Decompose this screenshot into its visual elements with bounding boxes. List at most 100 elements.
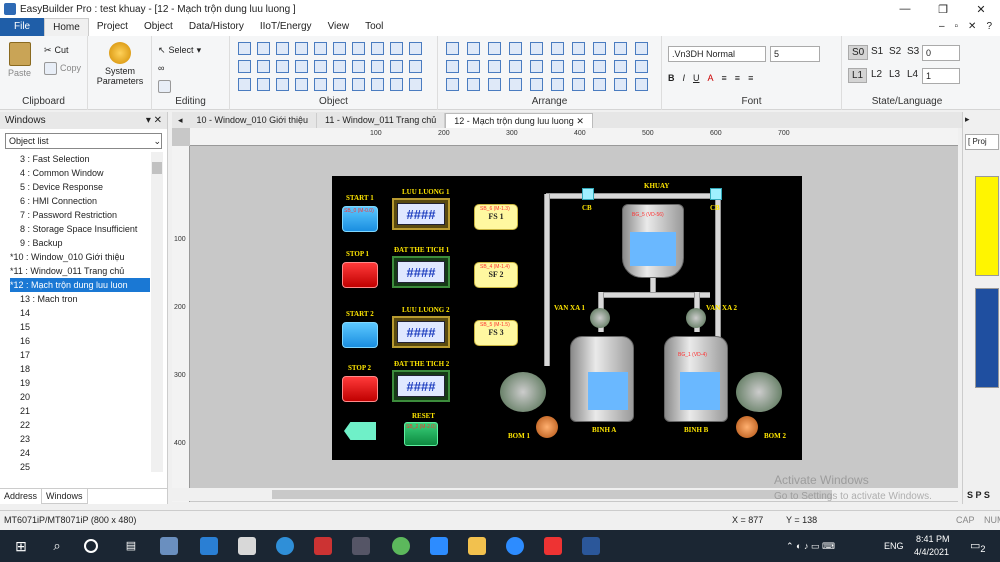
align-left-icon[interactable]: ≡: [722, 73, 727, 83]
cut-button[interactable]: ✂ Cut: [44, 42, 69, 58]
word-icon[interactable]: [582, 537, 600, 555]
tab-window-12[interactable]: 12 - Mạch trộn dung luu luong ✕: [445, 113, 593, 128]
mail-icon[interactable]: [200, 537, 218, 555]
preview-thumbnail[interactable]: [975, 176, 999, 276]
language-spinner[interactable]: 1: [922, 68, 960, 84]
store-icon[interactable]: [238, 537, 256, 555]
close-button[interactable]: ✕: [962, 0, 1000, 18]
menu-view[interactable]: View: [320, 18, 358, 36]
state-s1-button[interactable]: S1: [868, 45, 886, 58]
lang-l1-button[interactable]: L1: [848, 68, 868, 83]
lang-l3-button[interactable]: L3: [886, 68, 903, 81]
menu-file[interactable]: File: [0, 18, 45, 36]
doc-minimize-icon[interactable]: –: [939, 21, 945, 32]
search-icon[interactable]: ⌕: [48, 537, 66, 555]
file-explorer-icon[interactable]: [468, 537, 486, 555]
tree-item[interactable]: 19: [10, 376, 150, 390]
minimize-button[interactable]: —: [886, 0, 924, 18]
logo-icon[interactable]: [352, 537, 370, 555]
state-s0-button[interactable]: S0: [848, 45, 869, 60]
tree-item[interactable]: 3 : Fast Selection: [10, 152, 150, 166]
start2-button[interactable]: [342, 322, 378, 348]
tree-scrollbar[interactable]: [151, 152, 163, 472]
cb1-valve[interactable]: [582, 188, 594, 200]
menu-iiot-energy[interactable]: IIoT/Energy: [252, 18, 320, 36]
app-icon-green[interactable]: [392, 537, 410, 555]
tree-item[interactable]: *12 : Mạch trộn dung luu luon: [10, 278, 150, 292]
right-panel-arrow-icon[interactable]: ▸: [965, 114, 970, 125]
tree-item[interactable]: 13 : Mach tron: [10, 292, 150, 306]
font-size-select[interactable]: 5: [770, 46, 820, 62]
tree-item[interactable]: 6 : HMI Connection: [10, 194, 150, 208]
language-indicator[interactable]: ENG: [884, 541, 904, 551]
tree-item[interactable]: 21: [10, 404, 150, 418]
menu-data-history[interactable]: Data/History: [181, 18, 252, 36]
zoom-icon[interactable]: [430, 537, 448, 555]
restore-button[interactable]: ❐: [924, 0, 962, 18]
link-button[interactable]: ∞: [158, 60, 164, 76]
system-parameters-button[interactable]: System Parameters: [96, 42, 144, 86]
tree-item[interactable]: 24: [10, 446, 150, 460]
menu-home[interactable]: Home: [44, 18, 89, 36]
state-spinner[interactable]: 0: [922, 45, 960, 61]
copy-button[interactable]: Copy: [44, 60, 81, 76]
volume2-input[interactable]: ####: [392, 370, 450, 402]
doc-restore-icon[interactable]: ▫: [955, 21, 959, 32]
menu-project[interactable]: Project: [89, 18, 136, 36]
duplicate-button[interactable]: [158, 78, 171, 94]
tray-icons[interactable]: ⌃ ◐ ♪ ▭ ⌨: [786, 541, 835, 552]
easybuilder-taskbar-icon[interactable]: [160, 537, 178, 555]
cortana-icon[interactable]: [84, 539, 98, 553]
underline-icon[interactable]: U: [693, 73, 700, 83]
pump2-button[interactable]: [736, 416, 758, 438]
font-name-select[interactable]: .Vn3DH Normal: [668, 46, 766, 62]
tree-item[interactable]: 23: [10, 432, 150, 446]
edge-icon[interactable]: [276, 537, 294, 555]
arrange-tools[interactable]: [444, 40, 654, 94]
menu-tool[interactable]: Tool: [357, 18, 391, 36]
clock-time[interactable]: 8:41 PM: [916, 534, 950, 544]
tree-item[interactable]: 4 : Common Window: [10, 166, 150, 180]
tree-item[interactable]: 17: [10, 348, 150, 362]
lang-l4-button[interactable]: L4: [904, 68, 921, 81]
object-tools[interactable]: [236, 40, 426, 94]
tree-item[interactable]: 20: [10, 390, 150, 404]
stop1-button[interactable]: [342, 262, 378, 288]
align-right-icon[interactable]: ≡: [748, 73, 753, 83]
meeting-icon[interactable]: [506, 537, 524, 555]
valve2-actuator[interactable]: [686, 308, 706, 328]
task-view-icon[interactable]: ▤: [122, 537, 140, 555]
tree-item[interactable]: 9 : Backup: [10, 236, 150, 250]
menu-object[interactable]: Object: [136, 18, 181, 36]
tree-item[interactable]: 8 : Storage Space Insufficient: [10, 222, 150, 236]
project-tab[interactable]: [ Proj: [965, 134, 999, 150]
tree-item[interactable]: 15: [10, 320, 150, 334]
lang-l2-button[interactable]: L2: [868, 68, 885, 81]
tree-item[interactable]: 22: [10, 418, 150, 432]
italic-icon[interactable]: I: [683, 73, 686, 83]
align-center-icon[interactable]: ≡: [735, 73, 740, 83]
back-arrow-button[interactable]: [344, 422, 376, 440]
font-color-icon[interactable]: A: [708, 73, 714, 83]
font-format-tools[interactable]: BIU A ≡ ≡ ≡: [668, 70, 753, 86]
tab-scroll-left-icon[interactable]: ◂: [172, 113, 189, 128]
help-icon[interactable]: ?: [986, 21, 992, 32]
pump1-button[interactable]: [536, 416, 558, 438]
tab-windows[interactable]: Windows: [41, 489, 88, 504]
volume1-input[interactable]: ####: [392, 256, 450, 288]
paste-button[interactable]: Paste: [8, 42, 31, 78]
tree-item[interactable]: 16: [10, 334, 150, 348]
state-s2-button[interactable]: S2: [886, 45, 904, 58]
tree-item[interactable]: *10 : Window_010 Giới thiệu: [10, 250, 150, 264]
notification-icon[interactable]: ▭2: [970, 539, 986, 554]
bold-icon[interactable]: B: [668, 73, 675, 83]
app-icon-red[interactable]: [314, 537, 332, 555]
tab-window-10[interactable]: 10 - Window_010 Giới thiệu: [189, 113, 317, 128]
panel-close-icon[interactable]: ▾ ✕: [146, 115, 162, 126]
tree-item[interactable]: 5 : Device Response: [10, 180, 150, 194]
object-list-select[interactable]: Object list ⌄: [5, 133, 162, 149]
tab-window-11[interactable]: 11 - Window_011 Trang chủ: [317, 113, 446, 128]
windows-start-icon[interactable]: ⊞: [12, 537, 30, 555]
preview-thumbnail-2[interactable]: [975, 288, 999, 388]
doc-close-icon[interactable]: ✕: [968, 21, 976, 32]
